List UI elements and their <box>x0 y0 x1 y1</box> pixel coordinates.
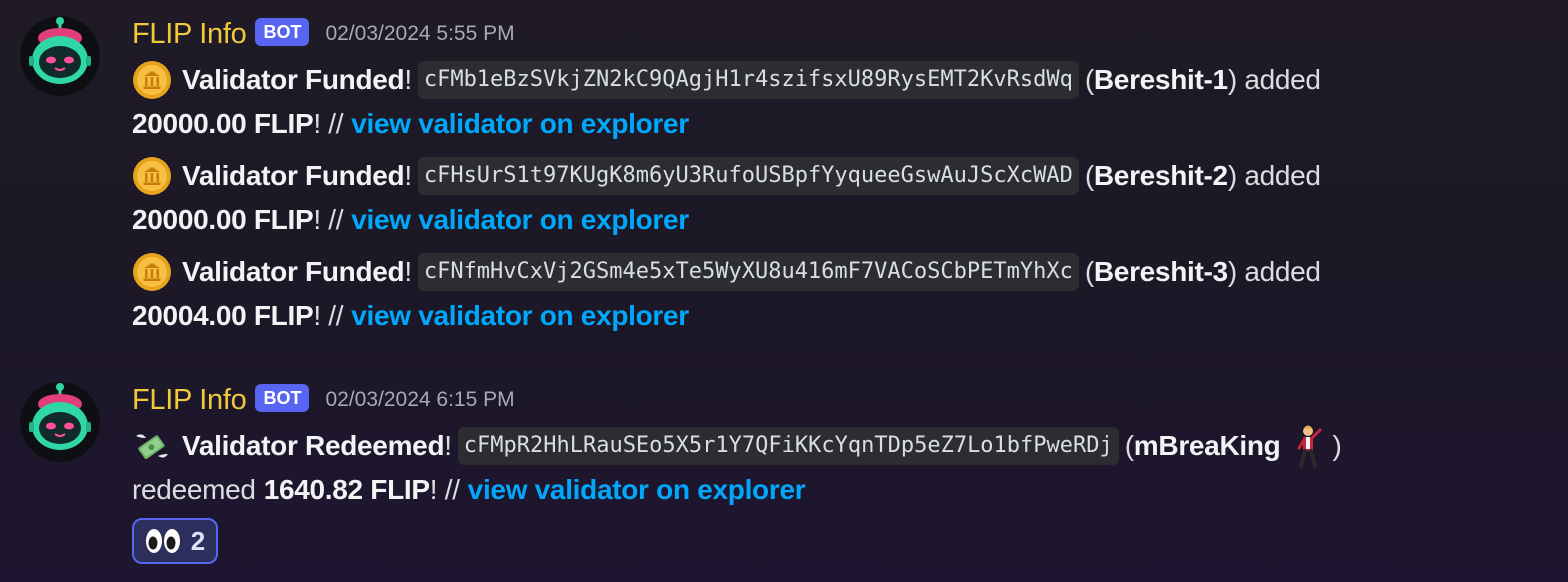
message-line: 20000.00 FLIP ! // view validator on exp… <box>132 198 689 242</box>
robot-avatar-icon[interactable] <box>20 382 100 462</box>
separator: ! // <box>313 300 344 331</box>
flip-amount: 20000.00 FLIP <box>132 204 314 235</box>
open-paren: ( <box>1084 160 1094 191</box>
separator: ! // <box>313 204 344 235</box>
close-paren: ) <box>1332 430 1342 461</box>
event-title: Validator Funded <box>182 256 405 287</box>
validator-address[interactable]: cFNfmHvCxVj2GSm4e5xTe5WyXU8u416mF7VACoSC… <box>417 253 1079 291</box>
money-with-wings-emoji-icon <box>136 434 168 460</box>
bot-tag: BOT <box>255 18 310 46</box>
author-name[interactable]: FLIP Info <box>132 18 247 51</box>
event-title: Validator Funded <box>182 160 405 191</box>
validator-name: Bereshit-1 <box>1093 64 1228 95</box>
explorer-link[interactable]: view validator on explorer <box>351 108 689 140</box>
timestamp[interactable]: 02/03/2024 5:55 PM <box>325 22 514 46</box>
open-paren: ( <box>1084 256 1094 287</box>
validator-address[interactable]: cFHsUrS1t97KUgK8m6yU3RufoUSBpfYyqueeGswA… <box>417 157 1079 195</box>
message-line: Validator Funded ! cFNfmHvCxVj2GSm4e5xTe… <box>132 250 1321 294</box>
coin-emoji-icon <box>133 253 171 291</box>
message-header: FLIP Info BOT 02/03/2024 6:15 PM <box>132 380 515 420</box>
robot-avatar-icon[interactable] <box>20 16 100 96</box>
exclamation: ! <box>404 160 412 191</box>
validator-address[interactable]: cFMpR2HhLRauSEo5X5r1Y7QFiKKcYqnTDp5eZ7Lo… <box>457 427 1119 465</box>
reaction-count: 2 <box>190 525 206 556</box>
event-title: Validator Redeemed <box>182 430 445 461</box>
open-paren: ( <box>1124 430 1134 461</box>
validator-name: Bereshit-2 <box>1093 160 1228 191</box>
explorer-link[interactable]: view validator on explorer <box>468 474 806 506</box>
bot-tag: BOT <box>255 384 310 412</box>
message-header: FLIP Info BOT 02/03/2024 5:55 PM <box>132 14 515 54</box>
separator: ! // <box>313 108 344 139</box>
added-text: ) added <box>1227 256 1321 287</box>
message-line: redeemed 1640.82 FLIP ! // view validato… <box>132 468 806 512</box>
validator-name: Bereshit-3 <box>1093 256 1228 287</box>
added-text: ) added <box>1227 64 1321 95</box>
explorer-link[interactable]: view validator on explorer <box>351 300 689 332</box>
exclamation: ! <box>404 64 412 95</box>
author-name[interactable]: FLIP Info <box>132 384 247 417</box>
flip-amount: 1640.82 FLIP <box>263 474 430 505</box>
open-paren: ( <box>1084 64 1094 95</box>
message-line: Validator Redeemed ! cFMpR2HhLRauSEo5X5r… <box>132 424 1342 468</box>
flip-amount: 20004.00 FLIP <box>132 300 314 331</box>
validator-address[interactable]: cFMb1eBzSVkjZN2kC9QAgjH1r4szifsxU89RysEM… <box>417 61 1079 99</box>
flip-amount: 20000.00 FLIP <box>132 108 314 139</box>
eyes-emoji-icon <box>145 529 180 553</box>
message-line: 20000.00 FLIP ! // view validator on exp… <box>132 102 689 146</box>
coin-emoji-icon <box>133 157 171 195</box>
coin-emoji-icon <box>133 61 171 99</box>
validator-name: mBreaKing <box>1133 430 1281 461</box>
message-line: Validator Funded ! cFMb1eBzSVkjZN2kC9QAg… <box>132 58 1321 102</box>
event-title: Validator Funded <box>182 64 405 95</box>
dancing-man-emoji-icon <box>1297 425 1322 468</box>
exclamation: ! <box>404 256 412 287</box>
exclamation: ! <box>444 430 452 461</box>
reaction-button[interactable]: 2 <box>132 518 218 564</box>
message-line: Validator Funded ! cFHsUrS1t97KUgK8m6yU3… <box>132 154 1321 198</box>
explorer-link[interactable]: view validator on explorer <box>351 204 689 236</box>
redeemed-text: redeemed <box>132 474 256 505</box>
message-line: 20004.00 FLIP ! // view validator on exp… <box>132 294 689 338</box>
timestamp[interactable]: 02/03/2024 6:15 PM <box>325 388 514 412</box>
separator: ! // <box>429 474 460 505</box>
added-text: ) added <box>1227 160 1321 191</box>
